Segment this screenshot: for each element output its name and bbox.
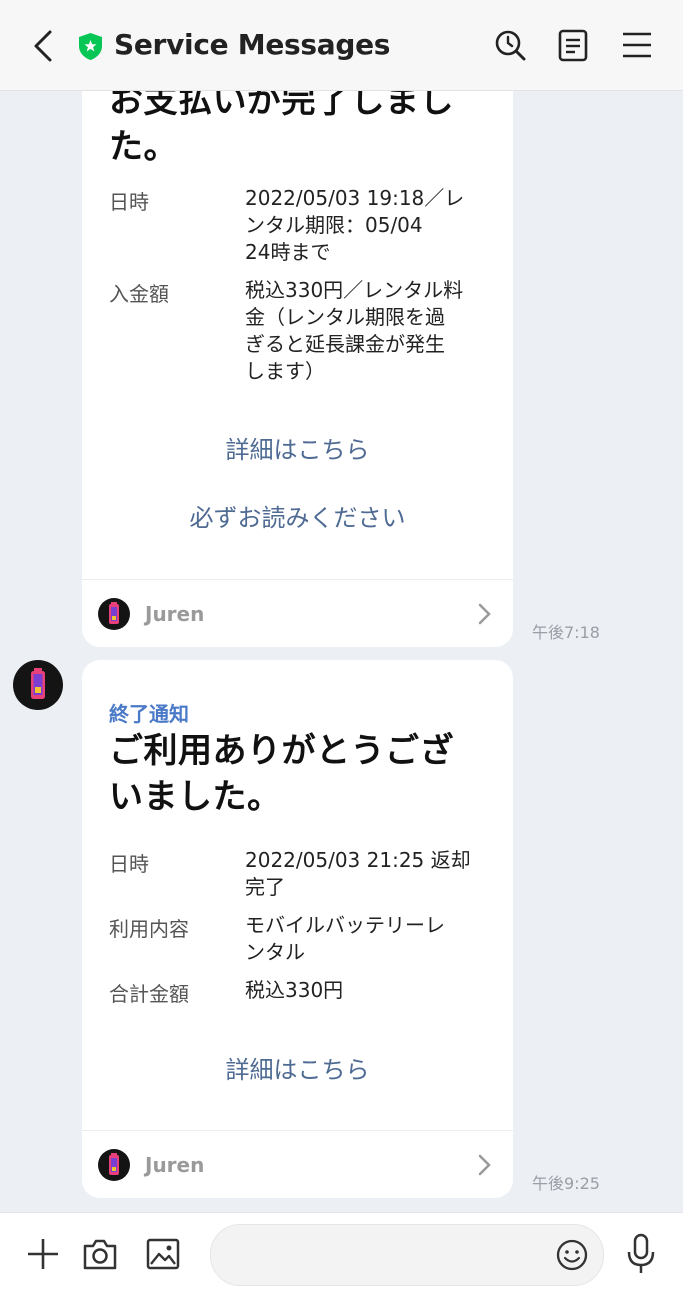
camera-icon[interactable] bbox=[81, 1235, 119, 1273]
message-input[interactable] bbox=[210, 1224, 604, 1286]
message-card: お支払いが完了しまし た。 日時 2022/05/03 19:18／レ ンタル期… bbox=[82, 90, 513, 647]
microphone-icon[interactable] bbox=[624, 1232, 658, 1276]
value-line: 2022/05/03 21:25 返却 bbox=[245, 848, 471, 872]
card-footer[interactable]: Juren bbox=[82, 579, 513, 646]
input-bar bbox=[0, 1212, 683, 1297]
headline-line: お支払いが完了しまし bbox=[109, 90, 454, 121]
chat-header: Service Messages bbox=[0, 0, 683, 91]
message-time: 午後9:25 bbox=[532, 1174, 600, 1193]
row-label-usage: 利用内容 bbox=[109, 917, 189, 941]
value-line: 24時まで bbox=[245, 240, 331, 264]
card-footer[interactable]: Juren bbox=[82, 1130, 513, 1197]
battery-icon bbox=[109, 1153, 119, 1175]
verified-shield-icon bbox=[79, 33, 102, 60]
row-label-datetime: 日時 bbox=[109, 190, 149, 214]
value-line: モバイルバッテリーレ bbox=[245, 913, 445, 937]
value-line: 税込330円 bbox=[245, 978, 344, 1002]
row-value-total: 税込330円 bbox=[245, 977, 495, 1004]
juren-avatar bbox=[98, 598, 130, 630]
value-line: ンタル bbox=[245, 940, 305, 964]
row-value-amount: 税込330円／レンタル料 金（レンタル期限を過 ぎると延長課金が発生 します） bbox=[245, 277, 495, 385]
headline-line: いました。 bbox=[109, 777, 282, 817]
chevron-right-icon bbox=[478, 1154, 491, 1176]
plus-icon[interactable] bbox=[25, 1236, 61, 1272]
page-title: Service Messages bbox=[114, 28, 391, 61]
message-headline: ご利用ありがとうござ いました。 bbox=[109, 728, 489, 820]
message-headline: お支払いが完了しまし た。 bbox=[109, 90, 489, 170]
search-history-icon[interactable] bbox=[492, 26, 528, 64]
row-label-total: 合計金額 bbox=[109, 982, 189, 1006]
battery-icon bbox=[109, 602, 119, 624]
must-read-link[interactable]: 必ずお読みください bbox=[82, 498, 513, 533]
battery-icon bbox=[31, 668, 45, 699]
back-chevron-icon[interactable] bbox=[28, 26, 60, 66]
chevron-right-icon bbox=[478, 603, 491, 625]
message-card: 終了通知 ご利用ありがとうござ いました。 日時 2022/05/03 21:2… bbox=[82, 660, 513, 1198]
details-link[interactable]: 詳細はこちら bbox=[82, 1050, 513, 1085]
value-line: ぎると延長課金が発生 bbox=[245, 332, 445, 356]
message-category: 終了通知 bbox=[109, 702, 189, 726]
value-line: 2022/05/03 19:18／レ bbox=[245, 186, 465, 210]
row-label-datetime: 日時 bbox=[109, 852, 149, 876]
juren-avatar[interactable] bbox=[13, 660, 63, 710]
value-line: します） bbox=[245, 359, 325, 383]
menu-icon[interactable] bbox=[619, 26, 655, 64]
value-line: 金（レンタル期限を過 bbox=[245, 305, 445, 329]
sender-name: Juren bbox=[145, 1153, 205, 1177]
headline-line: ご利用ありがとうござ bbox=[109, 731, 454, 771]
emoji-icon[interactable] bbox=[555, 1238, 589, 1272]
chat-area[interactable]: お支払いが完了しまし た。 日時 2022/05/03 19:18／レ ンタル期… bbox=[0, 90, 683, 1212]
image-icon[interactable] bbox=[144, 1235, 182, 1273]
headline-line: た。 bbox=[109, 127, 178, 167]
row-value-usage: モバイルバッテリーレ ンタル bbox=[245, 912, 495, 966]
message-time: 午後7:18 bbox=[532, 623, 600, 642]
juren-avatar bbox=[98, 1149, 130, 1181]
details-link[interactable]: 詳細はこちら bbox=[82, 430, 513, 465]
row-label-amount: 入金額 bbox=[109, 282, 169, 306]
value-line: 完了 bbox=[245, 875, 285, 899]
value-line: ンタル期限：05/04 bbox=[245, 213, 423, 237]
notes-icon[interactable] bbox=[555, 26, 591, 64]
sender-name: Juren bbox=[145, 602, 205, 626]
row-value-datetime: 2022/05/03 19:18／レ ンタル期限：05/04 24時まで bbox=[245, 185, 495, 266]
row-value-datetime: 2022/05/03 21:25 返却 完了 bbox=[245, 847, 495, 901]
value-line: 税込330円／レンタル料 bbox=[245, 278, 464, 302]
